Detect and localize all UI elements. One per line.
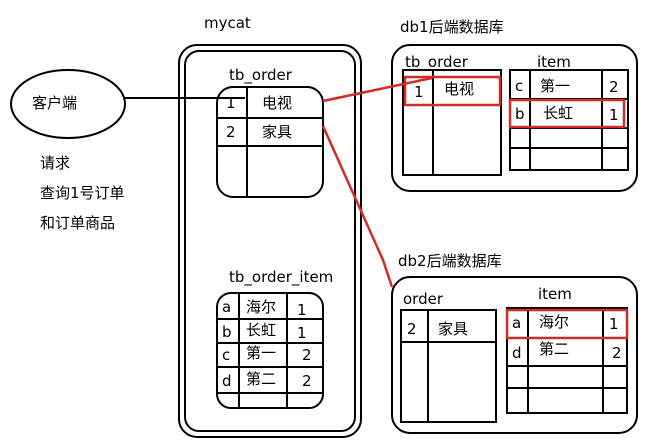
mycat-item-row-3-name: 第一 [246,344,277,362]
request-note-line-3: 和订单商品 [40,214,116,232]
mycat-item-row-1-name: 海尔 [246,298,277,316]
db1-item-row-2-name: 长虹 [543,104,574,122]
request-note-line-2: 查询1号订单 [40,184,125,202]
db2-item-row-1-code: a [512,314,522,332]
db1-item-title: item [537,53,571,71]
mycat-tb-order-item-title: tb_order_item [229,268,334,286]
db1-order-row-1-id: 1 [414,83,424,101]
mycat-item-row-3-ref: 2 [302,346,312,364]
mycat-title: mycat [204,14,251,32]
mycat-order-row-1-id: 1 [226,94,236,112]
mycat-item-row-4-code: d [222,372,232,390]
mycat-item-row-1-ref: 1 [297,301,307,319]
mycat-item-row-2-ref: 1 [297,324,307,342]
db2-order-title: order [403,290,443,308]
db1-item-row-1-ref: 2 [609,78,619,96]
db1-title: db1后端数据库 [400,18,504,36]
mycat-order-row-2-name: 家具 [262,123,293,141]
db2-item-row-1-ref: 1 [609,315,619,333]
db1-item-row-2-code: b [515,105,525,123]
db1-order-row-1-name: 电视 [444,80,475,98]
mycat-item-row-2-code: b [222,323,232,341]
mycat-tb-order-title: tb_order [229,66,292,84]
db1-item-row-2-ref: 1 [609,106,619,124]
mycat-item-row-4-ref: 2 [302,372,312,390]
db1-item-row-1-name: 第一 [540,77,571,95]
client-label: 客户端 [32,94,78,112]
mycat-item-row-2-name: 长虹 [246,321,277,339]
db2-title: db2后端数据库 [398,252,502,270]
db1-item-row-1-code: c [515,77,524,95]
mycat-order-row-1-name: 电视 [262,94,293,112]
mycat-item-row-4-name: 第二 [246,370,277,388]
db1-order-title: tb_order [405,53,468,71]
db2-order-row-1-id: 2 [407,320,417,338]
mycat-item-row-3-code: c [222,346,231,364]
db2-order-row-1-name: 家具 [438,320,469,338]
db2-item-title: item [538,285,572,303]
db2-item-row-1-name: 海尔 [539,313,570,331]
db2-item-row-2-code: d [512,344,522,362]
db2-item-row-2-name: 第二 [539,340,570,358]
db2-item-row-2-ref: 2 [612,344,622,362]
request-note-line-1: 请求 [40,154,71,172]
mycat-item-row-1-code: a [222,298,232,316]
mycat-order-row-2-id: 2 [226,123,236,141]
route-to-db2 [321,125,394,288]
